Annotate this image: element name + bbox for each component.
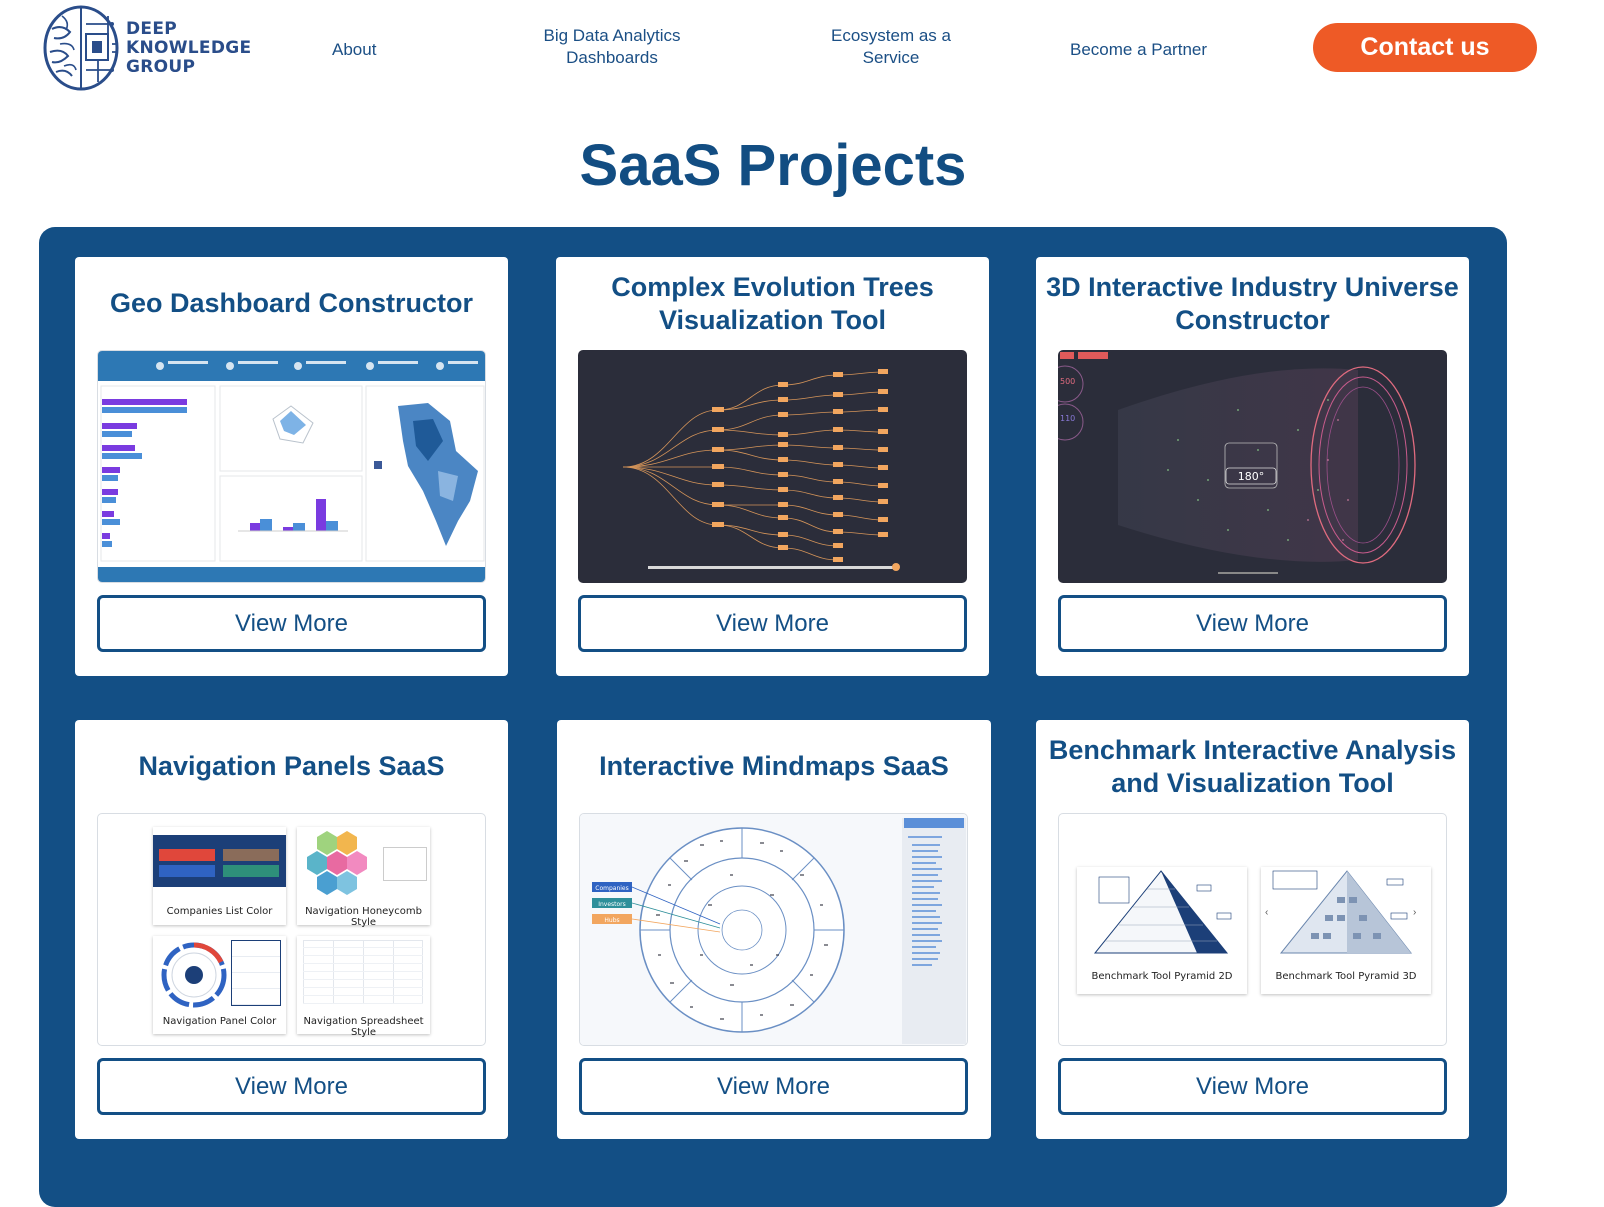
view-more-button[interactable]: View More (97, 1058, 486, 1115)
mindmap-preview-image: Companies Investors Hubs (580, 814, 967, 1045)
card-title: Benchmark Interactive Analysis and Visua… (1048, 735, 1457, 798)
legend-hubs: Hubs (604, 917, 619, 924)
thumb-companies-list[interactable]: Companies List Color (153, 827, 286, 925)
thumb-label: Companies List Color (166, 906, 273, 917)
thumb-panel-color[interactable]: Navigation Panel Color (153, 936, 286, 1034)
project-card-navigation-panels: Navigation Panels SaaS Companies List Co… (75, 720, 508, 1139)
investors-count: 110 (1060, 414, 1075, 423)
nav-become-partner[interactable]: Become a Partner (1070, 39, 1207, 61)
brand-logo[interactable]: DEEP KNOWLEDGE GROUP (42, 4, 251, 92)
thumb-label: Navigation Spreadsheet Style (303, 1016, 424, 1038)
project-card-evolution-trees: Complex Evolution Trees Visualization To… (556, 257, 989, 676)
projects-panel: Geo Dashboard Constructor View More Comp… (39, 227, 1507, 1207)
brand-name: DEEP KNOWLEDGE GROUP (126, 18, 252, 77)
brand-line-3: GROUP (126, 56, 196, 77)
thumb-label: Benchmark Tool Pyramid 3D (1275, 971, 1417, 982)
card-title: Navigation Panels SaaS (138, 751, 445, 781)
thumb-honeycomb[interactable]: Navigation Honeycomb Style (297, 827, 430, 928)
brand-line-2: KNOWLEDGE (126, 37, 252, 58)
thumb-label: Navigation Panel Color (162, 1016, 277, 1027)
project-card-3d-universe: 3D Interactive Industry Universe Constru… (1036, 257, 1469, 676)
3d-universe-preview-image: 500 110 180° (1058, 352, 1416, 574)
card-title: 3D Interactive Industry Universe Constru… (1046, 272, 1459, 335)
project-card-geo-dashboard: Geo Dashboard Constructor View More (75, 257, 508, 676)
site-header: DEEP KNOWLEDGE GROUP About Big Data Anal… (0, 0, 1604, 100)
thumb-next-icon[interactable]: › (1413, 907, 1416, 918)
thumb-pyramid-2d[interactable]: Benchmark Tool Pyramid 2D (1077, 867, 1247, 994)
thumb-label: Benchmark Tool Pyramid 2D (1091, 971, 1233, 982)
evolution-trees-preview-image (622, 369, 900, 571)
thumb-label: Navigation Honeycomb Style (305, 906, 422, 928)
brand-line-1: DEEP (126, 18, 177, 39)
view-more-button[interactable]: View More (97, 595, 486, 652)
brain-chip-logo-icon (43, 5, 119, 91)
evolution-trees-screenshot (578, 350, 967, 583)
mindmaps-screenshot: Companies Investors Hubs (579, 813, 968, 1046)
page-title: SaaS Projects (579, 133, 967, 198)
card-title: Complex Evolution Trees Visualization To… (611, 272, 934, 335)
project-card-benchmark: Benchmark Interactive Analysis and Visua… (1036, 720, 1469, 1139)
card-title: Interactive Mindmaps SaaS (599, 751, 949, 781)
contact-us-button[interactable]: Contact us (1313, 23, 1537, 72)
companies-count: 500 (1060, 377, 1075, 386)
thumb-prev-icon[interactable]: ‹ (1265, 907, 1268, 918)
rotation-label: 180° (1238, 470, 1265, 483)
view-more-button[interactable]: View More (578, 595, 967, 652)
navigation-panels-screenshot: Companies List Color Navigation Honeycom… (97, 813, 486, 1046)
nav-ecosystem-service[interactable]: Ecosystem as a Service (820, 25, 962, 69)
3d-universe-screenshot: 500 110 180° (1058, 350, 1447, 583)
nav-about[interactable]: About (332, 39, 376, 61)
legend-investors: Investors (598, 901, 626, 908)
legend-companies: Companies (595, 885, 628, 892)
nav-big-data-dashboards[interactable]: Big Data Analytics Dashboards (530, 25, 694, 69)
geo-dashboard-preview-image (98, 351, 485, 582)
thumb-pyramid-3d[interactable]: ‹ › Benchmark Tool Pyramid 3D (1261, 867, 1431, 994)
thumb-spreadsheet[interactable]: Navigation Spreadsheet Style (297, 936, 430, 1038)
panel-wheel-graphic (161, 942, 227, 1008)
honeycomb-graphic (307, 831, 367, 895)
view-more-button[interactable]: View More (1058, 1058, 1447, 1115)
pyramid-3d-graphic (1272, 870, 1413, 954)
view-more-button[interactable]: View More (1058, 595, 1447, 652)
card-title: Geo Dashboard Constructor (109, 288, 474, 318)
pyramid-2d-graphic (1093, 870, 1232, 954)
view-more-button[interactable]: View More (579, 1058, 968, 1115)
geo-dashboard-screenshot (97, 350, 486, 583)
benchmark-screenshot: Benchmark Tool Pyramid 2D ‹ › Benchmark … (1058, 813, 1447, 1046)
project-card-mindmaps: Interactive Mindmaps SaaS Companies Inve… (557, 720, 991, 1139)
